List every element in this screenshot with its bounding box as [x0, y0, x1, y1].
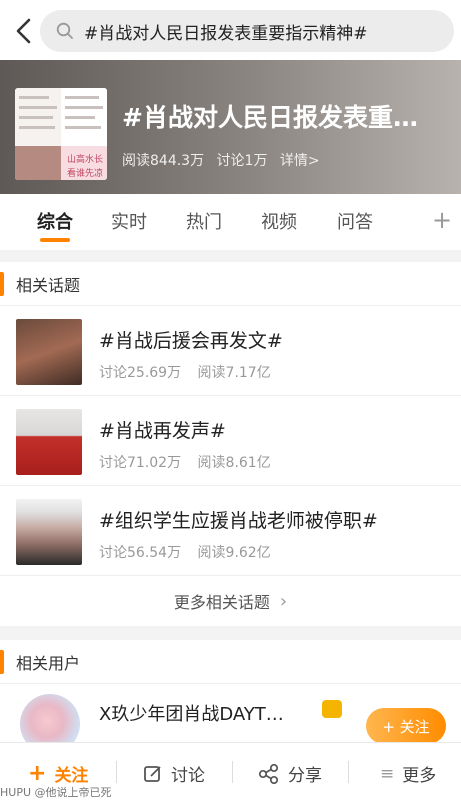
tab-qa[interactable]: 问答 — [337, 208, 373, 234]
related-topics-section: 相关话题 #肖战后援会再发文# 讨论25.69万 阅读7.17亿 #肖战再发声#… — [0, 262, 461, 626]
tab-hot[interactable]: 热门 — [186, 208, 222, 234]
weibo-topic-page: #肖战对人民日报发表重要指示精神# 山高水长 看谁先凉 #肖战对人民日报发表重…… — [0, 0, 461, 800]
more-button[interactable]: ≡ 更多 — [380, 761, 436, 787]
related-topics-header: 相关话题 — [0, 262, 461, 306]
add-tab-icon[interactable]: + — [432, 206, 452, 234]
share-icon — [258, 763, 279, 784]
watermark: HUPU @他说上帝已死 — [0, 786, 112, 799]
back-arrow-icon — [16, 18, 31, 44]
thumb-text-1: 山高水长 — [67, 155, 104, 165]
plus-icon: + — [28, 761, 47, 786]
topic-details-link[interactable]: 详情> — [280, 153, 320, 169]
related-topic-item[interactable]: #肖战后援会再发文# 讨论25.69万 阅读7.17亿 — [0, 306, 461, 396]
follow-user-button[interactable]: + 关注 — [366, 708, 446, 744]
related-topic-item[interactable]: #肖战再发声# 讨论71.02万 阅读8.61亿 — [0, 396, 461, 486]
back-button[interactable] — [4, 11, 44, 51]
search-input[interactable]: #肖战对人民日报发表重要指示精神# — [40, 10, 454, 52]
top-bar: #肖战对人民日报发表重要指示精神# — [0, 0, 461, 62]
active-tab-indicator — [40, 238, 70, 242]
thumb-text-2: 看谁先凉 — [67, 169, 104, 179]
related-topic-item[interactable]: #组织学生应援肖战老师被停职# 讨论56.54万 阅读9.62亿 — [0, 486, 461, 576]
search-icon — [56, 22, 73, 39]
crown-badge-icon — [322, 700, 342, 718]
tab-bar: 综合 实时 热门 视频 问答 — [0, 194, 461, 250]
topic-image — [16, 499, 82, 565]
tab-realtime[interactable]: 实时 — [111, 208, 147, 234]
tab-comprehensive[interactable]: 综合 — [37, 208, 73, 234]
search-query: #肖战对人民日报发表重要指示精神# — [84, 23, 368, 44]
edit-icon — [144, 765, 161, 782]
topic-stats: 阅读844.3万 讨论1万 详情> — [122, 150, 328, 170]
topic-title: #肖战对人民日报发表重… — [122, 103, 418, 132]
topic-image — [16, 409, 82, 475]
comment-button[interactable]: 讨论 — [143, 761, 205, 786]
more-related-topics-link[interactable]: 更多相关话题 › — [0, 576, 461, 626]
chevron-right-icon: › — [279, 590, 288, 612]
topic-header: 山高水长 看谁先凉 #肖战对人民日报发表重… 阅读844.3万 讨论1万 详情> — [0, 60, 461, 194]
share-button[interactable]: 分享 — [258, 761, 322, 786]
topic-discussions: 讨论1万 — [216, 153, 268, 169]
topic-thumbnail[interactable]: 山高水长 看谁先凉 — [15, 88, 107, 180]
tab-video[interactable]: 视频 — [261, 208, 297, 234]
related-users-header: 相关用户 — [0, 640, 461, 684]
follow-topic-button[interactable]: + 关注 — [28, 761, 88, 786]
topic-reads: 阅读844.3万 — [122, 153, 205, 169]
topic-image — [16, 319, 82, 385]
menu-icon: ≡ — [380, 763, 395, 784]
